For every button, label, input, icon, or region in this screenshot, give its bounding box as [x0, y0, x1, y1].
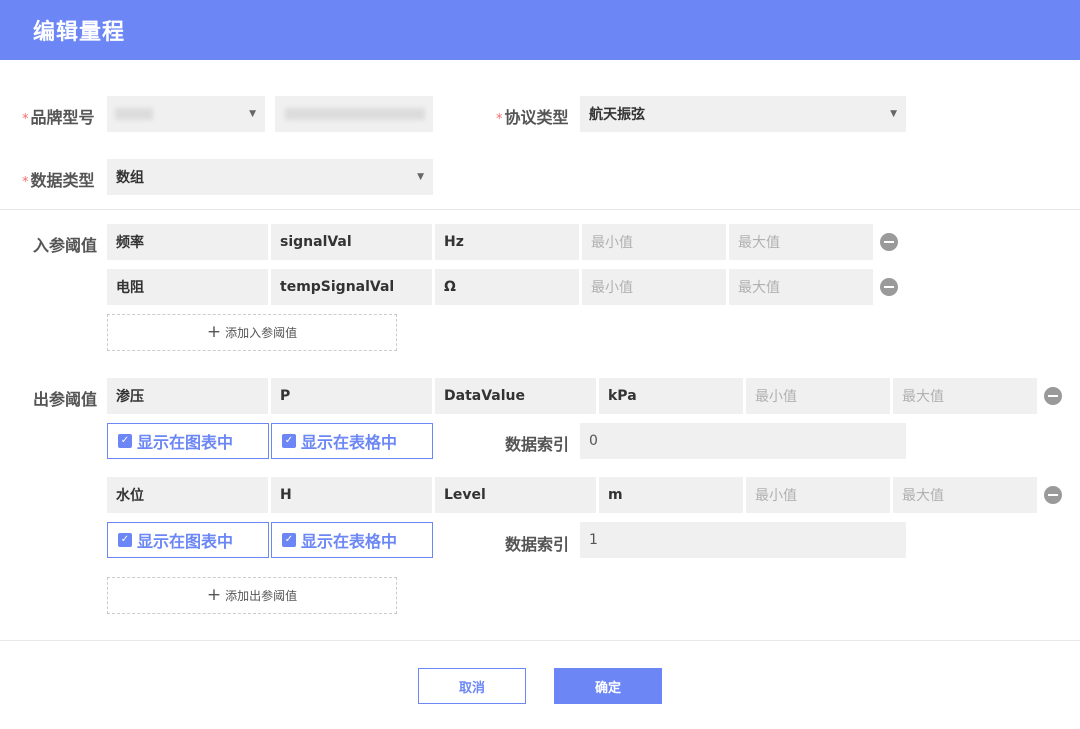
ok-button[interactable]: 确定: [554, 668, 662, 704]
check-icon: ✓: [282, 434, 296, 448]
show-in-chart-checkbox[interactable]: ✓ 显示在图表中: [107, 522, 269, 558]
show-in-table-checkbox[interactable]: ✓ 显示在表格中: [271, 423, 433, 459]
model-select[interactable]: [275, 96, 433, 132]
dialog-title: 编辑量程: [33, 20, 126, 45]
show-in-table-checkbox[interactable]: ✓ 显示在表格中: [271, 522, 433, 558]
data-index-label: 数据索引: [505, 535, 570, 554]
output-params-label: 出参阈值: [33, 390, 98, 409]
input-param-unit[interactable]: Ω: [435, 269, 579, 305]
input-param-unit[interactable]: Hz: [435, 224, 579, 260]
plus-icon: +: [206, 585, 222, 605]
remove-row-icon[interactable]: [880, 278, 898, 296]
chevron-down-icon: ▼: [249, 109, 256, 119]
footer-divider: [0, 640, 1080, 641]
check-icon: ✓: [118, 533, 132, 547]
input-params-label: 入参阈值: [33, 236, 98, 255]
output-param-name[interactable]: 渗压: [107, 378, 268, 414]
input-param-max[interactable]: 最大值: [729, 224, 873, 260]
brand-label: * 品牌型号: [22, 108, 95, 127]
output-param-field[interactable]: Level: [435, 477, 596, 513]
output-param-field[interactable]: DataValue: [435, 378, 596, 414]
output-param-min[interactable]: 最小值: [746, 477, 890, 513]
show-in-chart-checkbox[interactable]: ✓ 显示在图表中: [107, 423, 269, 459]
output-param-max[interactable]: 最大值: [893, 477, 1037, 513]
output-param-name[interactable]: 水位: [107, 477, 268, 513]
input-param-min[interactable]: 最小值: [582, 224, 726, 260]
check-icon: ✓: [118, 434, 132, 448]
plus-icon: +: [206, 322, 222, 342]
input-param-max[interactable]: 最大值: [729, 269, 873, 305]
protocol-value: 航天振弦: [589, 107, 645, 123]
input-param-field[interactable]: tempSignalVal: [271, 269, 432, 305]
data-index-label: 数据索引: [505, 435, 570, 454]
protocol-select[interactable]: 航天振弦 ▼: [580, 96, 906, 132]
remove-row-icon[interactable]: [1044, 486, 1062, 504]
redacted-value: [285, 108, 425, 120]
brand-select[interactable]: ▼: [107, 96, 265, 132]
section-divider: [0, 209, 1080, 210]
input-param-min[interactable]: 最小值: [582, 269, 726, 305]
add-input-param-button[interactable]: + 添加入参阈值: [107, 314, 397, 351]
output-param-max[interactable]: 最大值: [893, 378, 1037, 414]
datatype-value: 数组: [116, 170, 144, 186]
datatype-label: * 数据类型: [22, 171, 95, 190]
input-param-name[interactable]: 频率: [107, 224, 268, 260]
chevron-down-icon: ▼: [417, 172, 424, 182]
chevron-down-icon: ▼: [890, 109, 897, 119]
dialog-header: 编辑量程: [0, 0, 1080, 60]
protocol-label: * 协议类型: [496, 108, 569, 127]
remove-row-icon[interactable]: [880, 233, 898, 251]
remove-row-icon[interactable]: [1044, 387, 1062, 405]
check-icon: ✓: [282, 533, 296, 547]
input-param-field[interactable]: signalVal: [271, 224, 432, 260]
cancel-button[interactable]: 取消: [418, 668, 526, 704]
output-param-code[interactable]: H: [271, 477, 432, 513]
data-index-input[interactable]: 0: [580, 423, 906, 459]
add-output-param-button[interactable]: + 添加出参阈值: [107, 577, 397, 614]
output-param-code[interactable]: P: [271, 378, 432, 414]
data-index-input[interactable]: 1: [580, 522, 906, 558]
redacted-value: [115, 108, 153, 120]
input-param-name[interactable]: 电阻: [107, 269, 268, 305]
output-param-min[interactable]: 最小值: [746, 378, 890, 414]
output-param-unit[interactable]: kPa: [599, 378, 743, 414]
datatype-select[interactable]: 数组 ▼: [107, 159, 433, 195]
output-param-unit[interactable]: m: [599, 477, 743, 513]
